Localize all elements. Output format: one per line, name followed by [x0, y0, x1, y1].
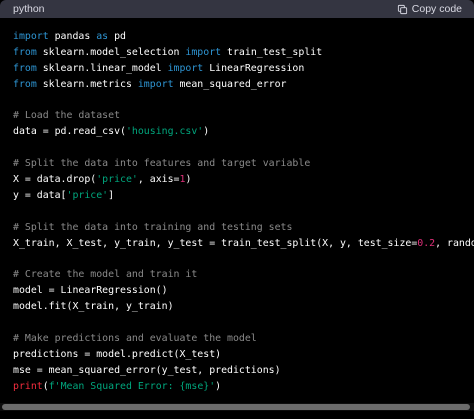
code-line: from sklearn.model_selection import trai…	[13, 45, 474, 61]
code-token: # Load the dataset	[13, 110, 121, 122]
code-line: model.fit(X_train, y_train)	[13, 299, 474, 315]
code-token: predictions = model.predict(X_test)	[13, 348, 222, 360]
clipboard-icon	[397, 4, 408, 15]
code-token: import	[137, 78, 174, 90]
code-token: sklearn.linear_model	[36, 62, 168, 74]
code-token: from	[13, 46, 37, 58]
code-line: # Split the data into training and testi…	[13, 220, 474, 236]
code-line: mse = mean_squared_error(y_test, predict…	[13, 363, 474, 379]
code-token: print	[13, 380, 43, 392]
code-token: from	[13, 62, 37, 74]
code-token: from	[13, 78, 37, 90]
code-token: , random_state=	[435, 237, 474, 249]
code-token: # Make predictions and evaluate the mode…	[13, 332, 257, 344]
code-token: model = LinearRegression()	[13, 285, 168, 297]
code-token: model.fit(X_train, y_train)	[13, 301, 174, 313]
code-token: 0.2	[417, 237, 436, 249]
code-token: # Create the model and train it	[13, 269, 198, 281]
code-token: mean_squared_error	[173, 78, 287, 90]
code-token: import	[167, 62, 204, 74]
code-token: pd	[108, 31, 126, 42]
code-block: python Copy code import pandas as pd from…	[0, 0, 474, 419]
code-line: from sklearn.metrics import mean_squared…	[13, 77, 474, 93]
code-token: )	[215, 380, 222, 392]
code-token: X_train, X_test, y_train, y_test = train…	[13, 237, 418, 249]
code-line: # Split the data into features and targe…	[13, 156, 474, 172]
code-line: print(f'Mean Squared Error: {mse}')	[13, 379, 474, 395]
code-token: X = data.drop(	[13, 174, 97, 186]
code-token: sklearn.metrics	[36, 78, 138, 90]
code-token: f'Mean Squared Error: {mse}'	[48, 380, 216, 392]
code-token: import	[13, 31, 49, 42]
code-token: , axis=	[137, 174, 180, 186]
code-token: )	[185, 174, 192, 186]
copy-code-button[interactable]: Copy code	[397, 3, 462, 15]
code-area[interactable]: import pandas as pd from sklearn.model_se…	[0, 18, 474, 411]
code-line: import pandas as pd	[13, 29, 474, 45]
code-token: 'housing.csv'	[125, 126, 204, 138]
code-token: train_test_split	[221, 46, 323, 58]
code-line: y = data['price']	[13, 188, 474, 204]
horizontal-scrollbar[interactable]	[0, 403, 474, 411]
copy-code-label: Copy code	[411, 3, 462, 15]
code-token: mse = mean_squared_error(y_test, predict…	[13, 364, 281, 376]
code-line: X_train, X_test, y_train, y_test = train…	[13, 236, 474, 252]
code-line: # Make predictions and evaluate the mode…	[13, 331, 474, 347]
code-token: sklearn.model_selection	[36, 46, 186, 58]
code-token: LinearRegression	[203, 62, 305, 74]
code-line: data = pd.read_csv('housing.csv')	[13, 124, 474, 140]
code-token: as	[96, 31, 109, 42]
scrollbar-thumb[interactable]	[2, 404, 470, 410]
code-content: import pandas as pd from sklearn.model_se…	[13, 18, 474, 394]
code-line: model = LinearRegression()	[13, 283, 474, 299]
code-token: 'price'	[66, 189, 109, 201]
code-token: y = data[	[13, 189, 67, 201]
code-token: )	[203, 126, 210, 138]
code-line: from sklearn.linear_model import LinearR…	[13, 61, 474, 77]
code-token: pandas	[48, 31, 97, 42]
language-label: python	[13, 3, 45, 15]
code-token: # Split the data into training and testi…	[13, 221, 293, 233]
code-line: # Load the dataset	[13, 108, 474, 124]
code-line: X = data.drop('price', axis=1)	[13, 172, 474, 188]
code-token: 'price'	[96, 174, 138, 186]
code-block-header: python Copy code	[0, 0, 474, 18]
code-line: predictions = model.predict(X_test)	[13, 347, 474, 363]
code-token: data = pd.read_csv(	[13, 126, 126, 138]
code-token: ]	[108, 189, 115, 201]
code-line: # Create the model and train it	[13, 267, 474, 283]
code-token: import	[185, 46, 222, 58]
code-token: # Split the data into features and targe…	[13, 158, 311, 170]
